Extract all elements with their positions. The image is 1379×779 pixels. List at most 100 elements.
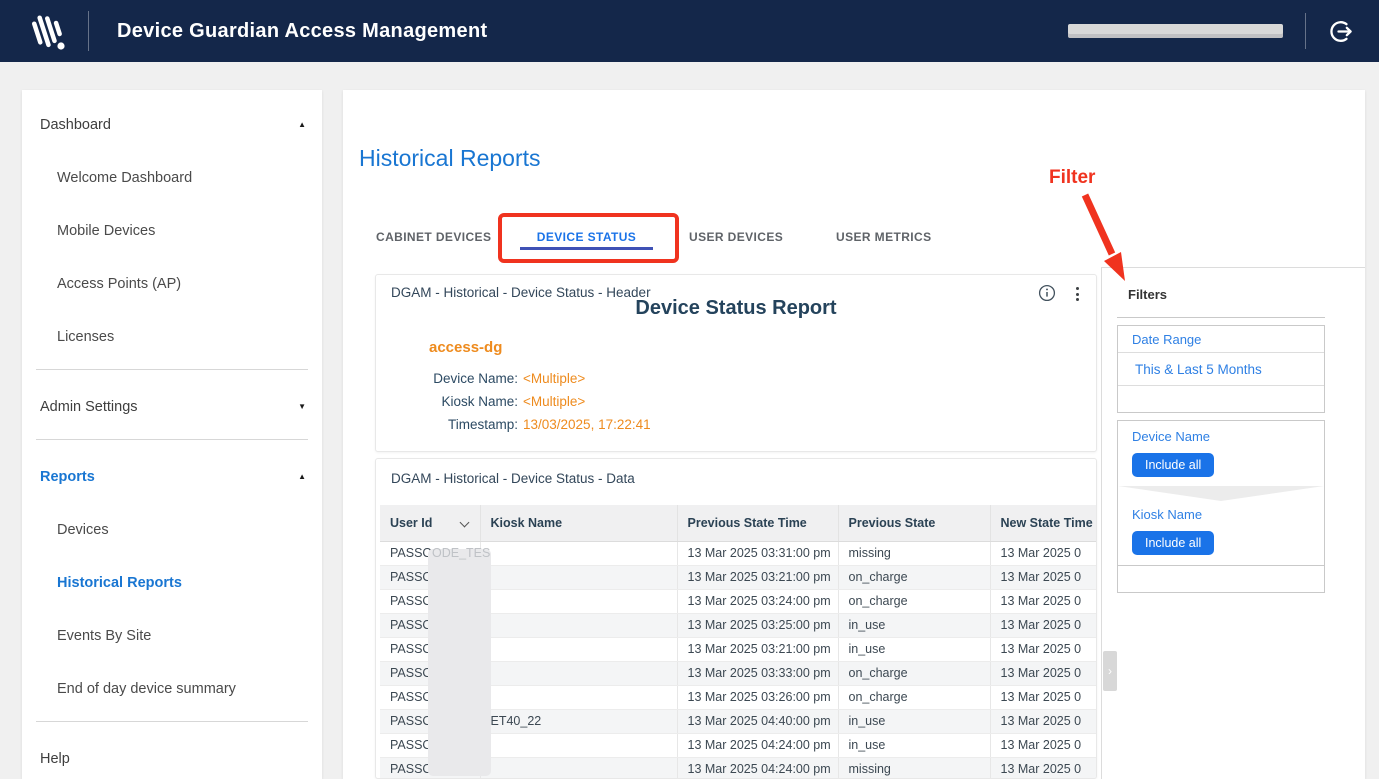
field-value: <Multiple>: [523, 371, 585, 386]
sort-chevron-icon[interactable]: [459, 518, 469, 528]
sidebar-item-label: Devices: [57, 522, 109, 538]
sidebar-item-mobile-devices[interactable]: Mobile Devices: [22, 204, 322, 257]
annotation-filter-label: Filter: [1049, 167, 1095, 189]
tab-device-status[interactable]: DEVICE STATUS: [520, 224, 653, 250]
sidebar-item-label: Welcome Dashboard: [57, 170, 192, 186]
cell-previous-state: on_charge: [838, 685, 990, 709]
cell-previous-state: on_charge: [838, 589, 990, 613]
cell-previous-state: in_use: [838, 637, 990, 661]
column-header-user-id[interactable]: User Id: [380, 505, 480, 541]
field-label: Device Name:: [376, 371, 518, 386]
cell-previous-state: in_use: [838, 613, 990, 637]
report-field-row: Device Name: <Multiple>: [376, 367, 1096, 390]
date-range-label: Date Range: [1118, 326, 1324, 353]
app-window: Device Guardian Access Management Dashbo…: [0, 0, 1379, 779]
sidebar-item-events-by-site[interactable]: Events By Site: [22, 609, 322, 662]
column-header-previous-state-time[interactable]: Previous State Time: [677, 505, 838, 541]
cell-new-state-time: 13 Mar 2025 0: [990, 709, 1097, 733]
column-header-label: User Id: [390, 516, 432, 530]
sidebar-item-dashboard[interactable]: Dashboard▲: [22, 98, 322, 151]
sidebar-item-label: Help: [40, 751, 70, 767]
cell-kiosk-name: [480, 541, 677, 565]
cell-previous-state-time: 13 Mar 2025 03:25:00 pm: [677, 613, 838, 637]
cell-kiosk-name: [480, 613, 677, 637]
name-filters: Device Name Include all Kiosk Name Inclu…: [1117, 420, 1325, 593]
filters-expander-handle[interactable]: ›: [1103, 651, 1117, 691]
cell-previous-state: in_use: [838, 733, 990, 757]
app-title: Device Guardian Access Management: [117, 20, 487, 43]
sidebar-item-licenses[interactable]: Licenses: [22, 310, 322, 363]
sidebar-nav: Dashboard▲ Welcome Dashboard Mobile Device…: [22, 90, 322, 779]
sidebar-item-historical-reports[interactable]: Historical Reports: [22, 556, 322, 609]
cell-kiosk-name: [480, 637, 677, 661]
tab-user-metrics[interactable]: USER METRICS: [836, 224, 931, 250]
column-header-kiosk-name[interactable]: Kiosk Name: [480, 505, 677, 541]
data-card-title: DGAM - Historical - Device Status - Data: [391, 471, 635, 486]
cell-previous-state-time: 13 Mar 2025 04:24:00 pm: [677, 757, 838, 779]
cell-new-state-time: 13 Mar 2025 0: [990, 565, 1097, 589]
field-value: <Multiple>: [523, 394, 585, 409]
sidebar-item-label: Reports: [40, 469, 95, 485]
cell-previous-state: missing: [838, 757, 990, 779]
user-id-redaction-overlay: [428, 549, 491, 776]
page-title: Historical Reports: [359, 145, 541, 172]
cell-new-state-time: 13 Mar 2025 0: [990, 685, 1097, 709]
device-name-filter-label: Device Name: [1132, 429, 1324, 444]
device-name-include-all-button[interactable]: Include all: [1132, 453, 1214, 477]
column-header-label: New State Time: [1001, 516, 1093, 530]
cell-kiosk-name: [480, 685, 677, 709]
date-range-value[interactable]: This & Last 5 Months: [1118, 353, 1324, 386]
cell-new-state-time: 13 Mar 2025 0: [990, 613, 1097, 637]
kiosk-name-filter-label: Kiosk Name: [1132, 507, 1324, 522]
tab-cabinet-devices[interactable]: CABINET DEVICES: [376, 224, 491, 250]
field-value: 13/03/2025, 17:22:41: [523, 417, 651, 432]
cell-new-state-time: 13 Mar 2025 0: [990, 757, 1097, 779]
sidebar-divider: [36, 439, 308, 440]
report-fields: Device Name: <Multiple> Kiosk Name: <Multip…: [376, 367, 1096, 436]
cell-previous-state-time: 13 Mar 2025 03:21:00 pm: [677, 637, 838, 661]
cell-kiosk-name: ET40_22: [480, 709, 677, 733]
sidebar-item-admin-settings[interactable]: Admin Settings▼: [22, 380, 322, 433]
report-field-row: Timestamp: 13/03/2025, 17:22:41: [376, 413, 1096, 436]
filter-empty-row: [1118, 565, 1324, 589]
sidebar-item-label: Events By Site: [57, 628, 151, 644]
cell-kiosk-name: [480, 589, 677, 613]
column-header-previous-state[interactable]: Previous State: [838, 505, 990, 541]
cell-previous-state-time: 13 Mar 2025 04:40:00 pm: [677, 709, 838, 733]
sidebar-item-help[interactable]: Help: [22, 732, 322, 779]
cell-previous-state: on_charge: [838, 565, 990, 589]
tab-user-devices[interactable]: USER DEVICES: [689, 224, 783, 250]
user-email-redacted[interactable]: [1068, 24, 1283, 38]
filters-divider: [1117, 317, 1325, 318]
field-label: Kiosk Name:: [376, 394, 518, 409]
cell-previous-state-time: 13 Mar 2025 03:31:00 pm: [677, 541, 838, 565]
sidebar-item-label: Dashboard: [40, 117, 111, 133]
field-label: Timestamp:: [376, 417, 518, 432]
cell-kiosk-name: [480, 565, 677, 589]
top-bar: Device Guardian Access Management: [0, 0, 1379, 62]
cell-previous-state: in_use: [838, 709, 990, 733]
sidebar-item-devices[interactable]: Devices: [22, 503, 322, 556]
user-id-ghost-text: ODE_TEST: [432, 541, 490, 565]
kiosk-name-include-all-button[interactable]: Include all: [1132, 531, 1214, 555]
column-header-label: Previous State Time: [688, 516, 807, 530]
sidebar-item-end-of-day-device-summary[interactable]: End of day device summary: [22, 662, 322, 715]
cell-previous-state-time: 13 Mar 2025 03:26:00 pm: [677, 685, 838, 709]
cell-new-state-time: 13 Mar 2025 0: [990, 589, 1097, 613]
logout-icon[interactable]: [1328, 18, 1355, 45]
sidebar-item-label: End of day device summary: [57, 681, 236, 697]
cell-previous-state: missing: [838, 541, 990, 565]
sidebar-item-access-points-ap-[interactable]: Access Points (AP): [22, 257, 322, 310]
site-name: access-dg: [429, 339, 502, 356]
sidebar-item-welcome-dashboard[interactable]: Welcome Dashboard: [22, 151, 322, 204]
date-range-empty-row: [1118, 386, 1324, 412]
cell-previous-state-time: 13 Mar 2025 03:21:00 pm: [677, 565, 838, 589]
cell-kiosk-name: [480, 757, 677, 779]
sidebar-item-label: Access Points (AP): [57, 276, 181, 292]
report-field-row: Kiosk Name: <Multiple>: [376, 390, 1096, 413]
sidebar-item-reports[interactable]: Reports▲: [22, 450, 322, 503]
column-header-new-state-time[interactable]: New State Time: [990, 505, 1097, 541]
sidebar-item-label: Admin Settings: [40, 399, 138, 415]
report-data-card: DGAM - Historical - Device Status - Data…: [375, 458, 1097, 779]
cell-previous-state: on_charge: [838, 661, 990, 685]
